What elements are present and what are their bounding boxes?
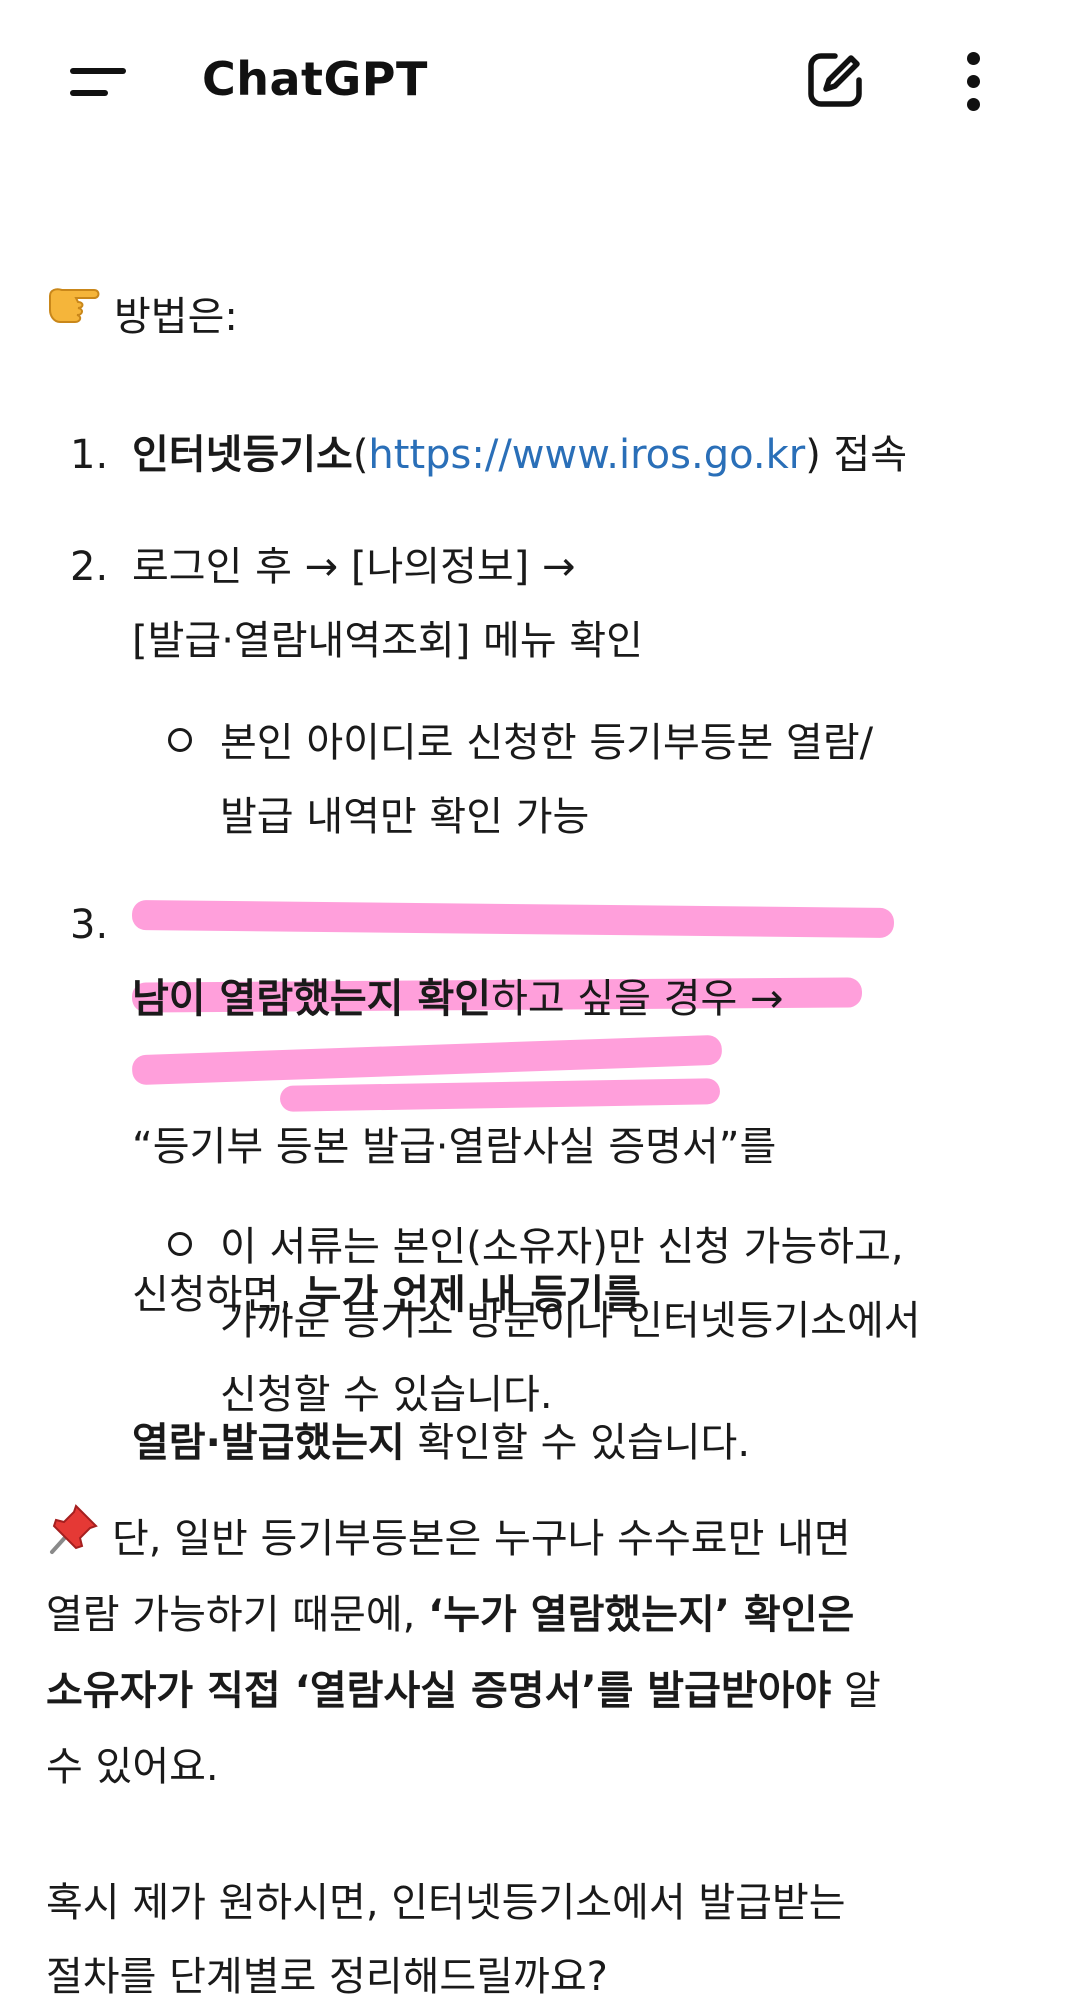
highlight-stroke-4 bbox=[279, 1078, 721, 1112]
closing-line1: 혹시 제가 원하시면, 인터넷등기소에서 발급받는 bbox=[46, 1880, 846, 1926]
step-1-bold: 인터넷등기소 bbox=[132, 432, 353, 478]
pointing-right-hand-emoji bbox=[46, 282, 102, 356]
highlight-stroke-3 bbox=[131, 1034, 723, 1086]
method-heading-text: 방법은: bbox=[114, 294, 238, 340]
note-line3: 소유자가 직접 ‘열람사실 증명서’를 발급받아야 알 bbox=[46, 1654, 881, 1728]
step-3-line4: 열람·발급했는지 확인할 수 있습니다. bbox=[132, 1406, 1080, 1480]
step-1-rest: ) 접속 bbox=[805, 432, 908, 478]
step-2-line1: 로그인 후 → [나의정보] → bbox=[132, 544, 576, 590]
sub-bullet bbox=[168, 728, 192, 752]
note-line2-plain: 열람 가능하기 때문에, bbox=[46, 1592, 429, 1638]
new-chat-icon[interactable] bbox=[805, 50, 865, 110]
menu-icon[interactable] bbox=[70, 62, 130, 102]
iros-link[interactable]: https://www.iros.go.kr bbox=[368, 432, 805, 478]
step-1-number: 1. bbox=[70, 432, 109, 478]
step-3-number: 3. bbox=[70, 902, 109, 948]
app-title: ChatGPT bbox=[202, 52, 428, 106]
note-line1-text: 단, 일반 등기부등본은 누구나 수수료만 내면 bbox=[112, 1516, 851, 1562]
step-2-line2: [발급·열람내역조회] 메뉴 확인 bbox=[132, 618, 643, 664]
method-heading: 방법은: bbox=[46, 280, 238, 356]
closing-line2: 절차를 단계별로 정리해드릴까요? bbox=[46, 1954, 608, 2000]
step-1-text: 인터넷등기소(https://www.iros.go.kr) 접속 bbox=[132, 418, 907, 492]
note-line3-rest: 알 bbox=[831, 1668, 881, 1714]
step-2-sub-line1: 본인 아이디로 신청한 등기부등본 열람/ bbox=[220, 720, 874, 766]
step-3-line3-bold: 누가 언제 내 등기를 bbox=[304, 1272, 641, 1318]
step-3-line3: 신청하면, 누가 언제 내 등기를 bbox=[132, 1258, 1080, 1332]
step-3-line1-rest: 하고 싶을 경우 → bbox=[491, 976, 784, 1022]
note-line2: 열람 가능하기 때문에, ‘누가 열람했는지’ 확인은 bbox=[46, 1578, 854, 1652]
note-line4: 수 있어요. bbox=[46, 1744, 219, 1790]
note-line2-bold: ‘누가 열람했는지’ 확인은 bbox=[428, 1592, 855, 1638]
pushpin-emoji bbox=[46, 1502, 100, 1580]
app-bar: ChatGPT bbox=[0, 0, 1080, 160]
step-2-number: 2. bbox=[70, 544, 109, 590]
more-vert-icon[interactable] bbox=[955, 50, 995, 114]
step-3-line1-bold: 남이 열람했는지 확인 bbox=[132, 976, 492, 1022]
sub-bullet bbox=[168, 1232, 192, 1256]
note-line1: 단, 일반 등기부등본은 누구나 수수료만 내면 bbox=[46, 1502, 851, 1580]
step-3-line3-plain: 신청하면, bbox=[132, 1272, 305, 1318]
step-2-sub-line2: 발급 내역만 확인 가능 bbox=[220, 794, 590, 840]
step-1-paren: ( bbox=[352, 432, 369, 478]
step-3-line4-rest: 확인할 수 있습니다. bbox=[404, 1420, 751, 1466]
step-3-line4-bold: 열람·발급했는지 bbox=[132, 1420, 405, 1466]
step-3-line1: 남이 열람했는지 확인하고 싶을 경우 → bbox=[132, 962, 1080, 1036]
note-line3-bold: 소유자가 직접 ‘열람사실 증명서’를 발급받아야 bbox=[46, 1668, 832, 1714]
step-3-line2: “등기부 등본 발급·열람사실 증명서”를 bbox=[132, 1124, 777, 1170]
